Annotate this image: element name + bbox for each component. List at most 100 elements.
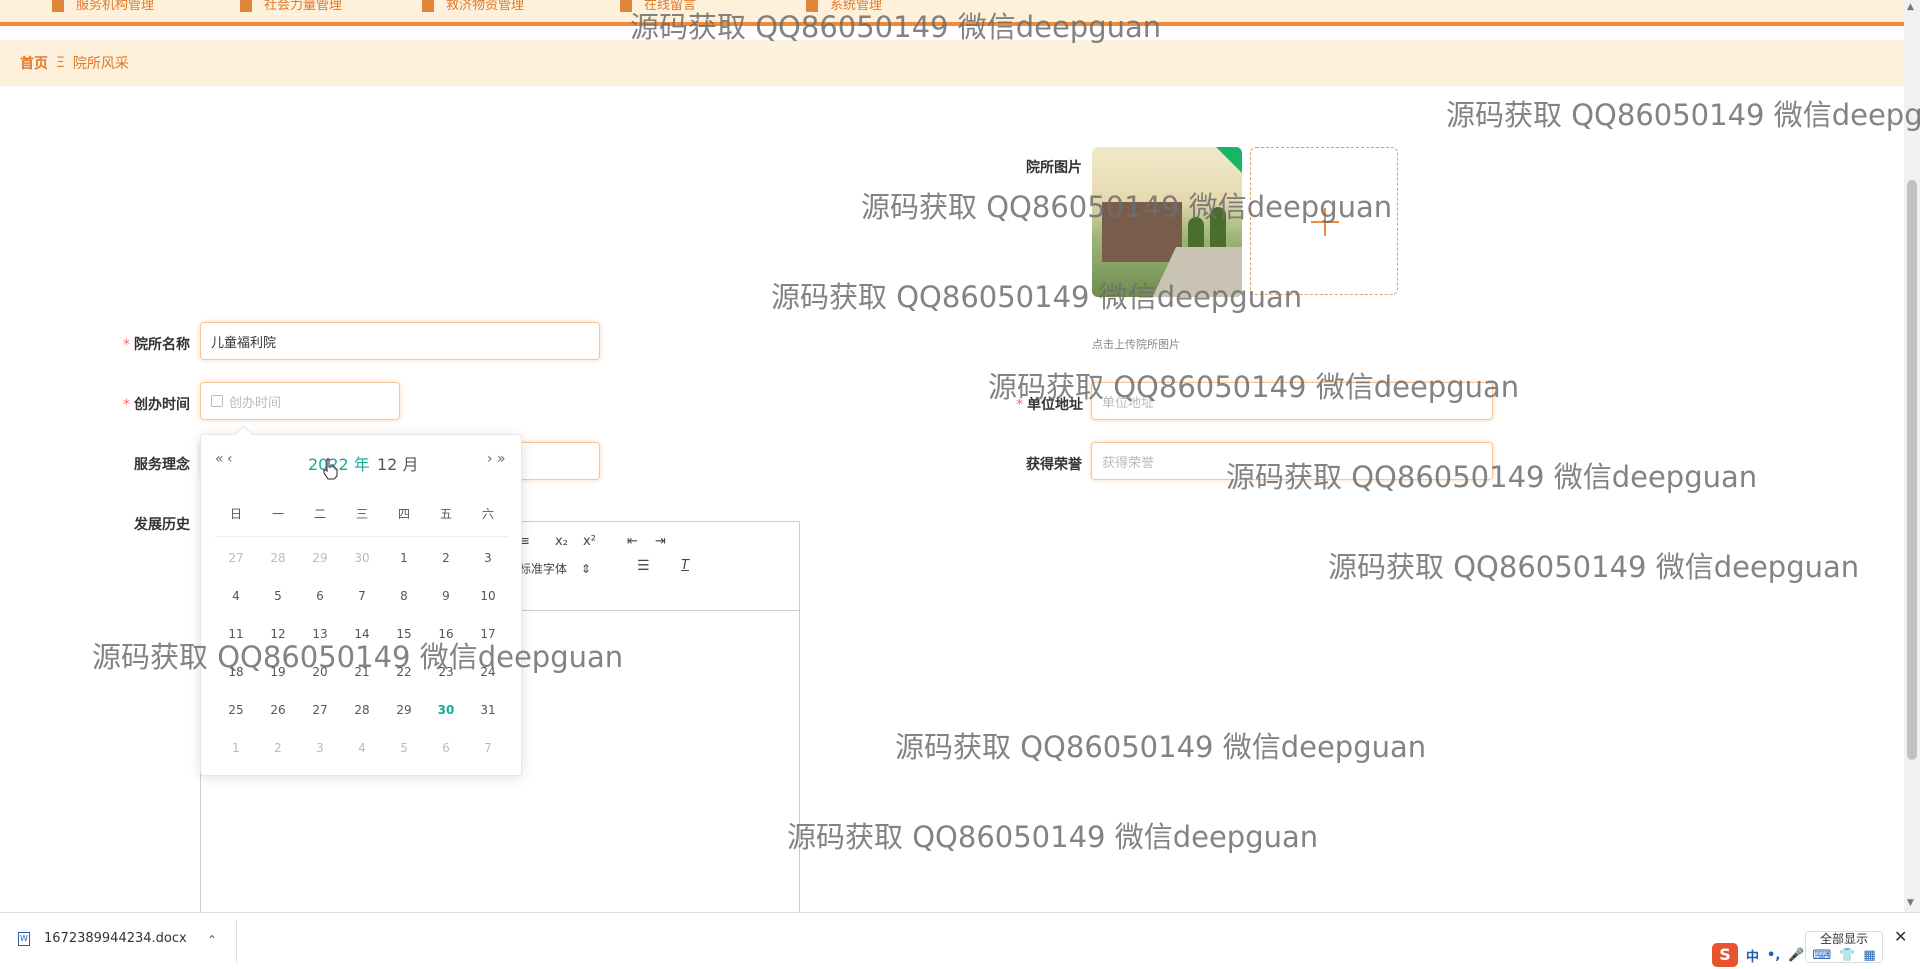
top-navigation: 服务机构管理 社会力量管理 救济物资管理 在线留言 系统管理	[0, 0, 1904, 26]
prev-month-button[interactable]: ‹	[227, 451, 232, 467]
sogou-ime-icon[interactable]: S	[1712, 943, 1738, 967]
month-selector[interactable]: 12 月	[377, 451, 418, 475]
next-year-button[interactable]: »	[497, 451, 505, 467]
keyboard-icon[interactable]: ⌨	[1812, 948, 1831, 963]
history-label: 发展历史	[134, 517, 190, 533]
date-cell[interactable]: 24	[467, 665, 509, 679]
date-cell[interactable]: 5	[257, 589, 299, 603]
scroll-up-icon[interactable]: ▲	[1907, 2, 1914, 12]
address-input[interactable]: 单位地址	[1091, 382, 1493, 420]
address-label: * 单位地址	[1016, 397, 1083, 413]
toolbox-icon[interactable]: ▦	[1863, 948, 1875, 963]
honors-input[interactable]: 获得荣誉	[1091, 442, 1493, 480]
weekday-label: 二	[313, 507, 326, 521]
date-cell[interactable]: 30	[425, 703, 467, 717]
download-item[interactable]: W 1672389944234.docx	[18, 931, 187, 946]
date-cell[interactable]: 1	[215, 741, 257, 755]
hand-cursor-icon	[323, 458, 338, 480]
date-cell[interactable]: 4	[341, 741, 383, 755]
date-cell[interactable]: 21	[341, 665, 383, 679]
indent-icon[interactable]: ⇥	[655, 534, 666, 549]
watermark: 源码获取 QQ86050149 微信deepguan	[895, 730, 1427, 764]
date-cell[interactable]: 1	[383, 551, 425, 565]
date-cell[interactable]: 23	[425, 665, 467, 679]
date-cell[interactable]: 9	[425, 589, 467, 603]
upload-button[interactable]	[1250, 147, 1398, 295]
date-cell[interactable]: 31	[467, 703, 509, 717]
ime-punctuation-icon[interactable]: •,	[1767, 948, 1780, 963]
date-cell[interactable]: 17	[467, 627, 509, 641]
date-cell[interactable]: 6	[299, 589, 341, 603]
nav-item-messages[interactable]: 在线留言	[620, 0, 696, 13]
date-cell[interactable]: 26	[257, 703, 299, 717]
prev-year-button[interactable]: «	[215, 451, 223, 467]
skin-icon[interactable]: 👕	[1839, 948, 1855, 963]
date-cell[interactable]: 29	[299, 551, 341, 565]
date-cell[interactable]: 2	[425, 551, 467, 565]
ime-chinese-toggle[interactable]: 中	[1746, 946, 1759, 965]
date-cell[interactable]: 28	[257, 551, 299, 565]
year-selector[interactable]: 2022 年	[308, 451, 370, 475]
date-cell[interactable]: 5	[383, 741, 425, 755]
nav-item-relief-supplies[interactable]: 救济物资管理	[422, 0, 524, 13]
microphone-icon[interactable]: 🎤	[1788, 948, 1804, 963]
home-icon	[240, 0, 252, 12]
date-cell[interactable]: 3	[299, 741, 341, 755]
date-cell[interactable]: 15	[383, 627, 425, 641]
weekday-label: 三	[355, 507, 368, 521]
calendar-icon	[211, 395, 223, 407]
next-month-button[interactable]: ›	[487, 451, 492, 467]
date-cell[interactable]: 18	[215, 665, 257, 679]
uploaded-image[interactable]	[1092, 147, 1242, 297]
date-cell[interactable]: 12	[257, 627, 299, 641]
date-cell[interactable]: 25	[215, 703, 257, 717]
weekday-label: 四	[397, 507, 410, 521]
outdent-icon[interactable]: ⇤	[627, 534, 638, 549]
date-cell[interactable]: 6	[425, 741, 467, 755]
date-cell[interactable]: 13	[299, 627, 341, 641]
date-cell[interactable]: 22	[383, 665, 425, 679]
date-cell[interactable]: 2	[257, 741, 299, 755]
superscript-icon[interactable]: x²	[583, 534, 596, 549]
upload-hint: 点击上传院所图片	[1092, 338, 1180, 351]
date-cell[interactable]: 16	[425, 627, 467, 641]
date-cell[interactable]: 3	[467, 551, 509, 565]
name-label: * 院所名称	[123, 337, 190, 353]
date-cell[interactable]: 20	[299, 665, 341, 679]
clear-format-icon[interactable]: T	[681, 558, 689, 573]
weekday-label: 六	[481, 507, 494, 521]
breadcrumb-home[interactable]: 首页	[20, 53, 48, 73]
date-row: 18 19 20 21 22 23 24	[215, 653, 509, 691]
home-icon	[620, 0, 632, 12]
date-cell[interactable]: 30	[341, 551, 383, 565]
date-cell[interactable]: 14	[341, 627, 383, 641]
date-cell[interactable]: 29	[383, 703, 425, 717]
date-cell[interactable]: 7	[341, 589, 383, 603]
home-icon	[806, 0, 818, 12]
founded-date-input[interactable]: 创办时间	[200, 382, 400, 420]
close-icon[interactable]: ✕	[1894, 927, 1907, 946]
font-family-select[interactable]: 标准字体 ⇕	[519, 560, 591, 577]
scroll-down-icon[interactable]: ▼	[1907, 898, 1914, 908]
nav-item-system[interactable]: 系统管理	[806, 0, 882, 13]
date-cell[interactable]: 19	[257, 665, 299, 679]
date-cell[interactable]: 10	[467, 589, 509, 603]
name-input[interactable]: 儿童福利院	[200, 322, 600, 360]
page-scrollbar[interactable]: ▲ ▼	[1904, 0, 1920, 912]
date-cell[interactable]: 11	[215, 627, 257, 641]
date-cell[interactable]: 4	[215, 589, 257, 603]
scrollbar-thumb[interactable]	[1907, 180, 1917, 760]
chevron-up-icon[interactable]: ⌃	[207, 933, 217, 947]
subscript-icon[interactable]: x₂	[555, 534, 568, 549]
date-cell[interactable]: 28	[341, 703, 383, 717]
date-cell[interactable]: 27	[215, 551, 257, 565]
date-picker-popup: « ‹ 2022 年 12 月 › » 日 一 二 三 四 五 六 27 28 29…	[200, 425, 522, 776]
date-cell[interactable]: 27	[299, 703, 341, 717]
date-cell[interactable]: 7	[467, 741, 509, 755]
download-bar: W 1672389944234.docx ⌃ 全部显示 S 中 •, 🎤 ⌨ 👕…	[0, 912, 1920, 969]
plus-icon	[1251, 148, 1397, 294]
nav-item-service-orgs[interactable]: 服务机构管理	[52, 0, 154, 13]
date-cell[interactable]: 8	[383, 589, 425, 603]
align-center-icon[interactable]: ☰	[637, 558, 650, 574]
nav-item-social-forces[interactable]: 社会力量管理	[240, 0, 342, 13]
